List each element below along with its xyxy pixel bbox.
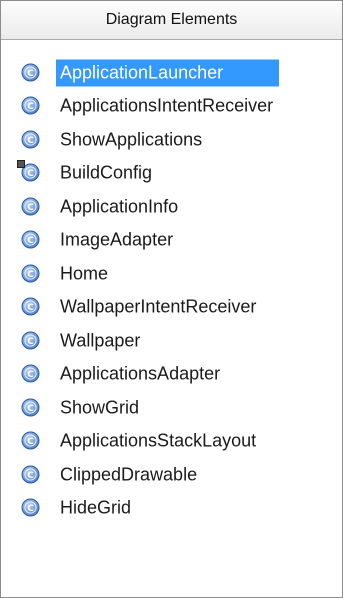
class-icon: C	[17, 160, 40, 182]
svg-text:C: C	[27, 337, 34, 347]
list-item[interactable]: C Home	[1, 257, 342, 291]
list-item[interactable]: C ApplicationsStackLayout	[1, 425, 342, 459]
list-item-label: ImageAdapter	[60, 229, 174, 250]
svg-text:C: C	[27, 471, 34, 481]
list-item-label: ShowGrid	[60, 397, 140, 418]
list-item[interactable]: C BuildConfig	[1, 157, 342, 191]
class-icon: C	[21, 130, 40, 149]
svg-text:C: C	[27, 236, 34, 246]
list-item[interactable]: C ShowGrid	[1, 391, 342, 425]
list-item[interactable]: C ApplicationInfo	[1, 190, 342, 224]
svg-text:C: C	[27, 169, 34, 179]
class-icon: C	[21, 63, 40, 82]
svg-text:C: C	[27, 404, 34, 414]
list-item-label: ApplicationsStackLayout	[60, 430, 257, 451]
svg-text:C: C	[27, 102, 34, 112]
svg-text:C: C	[27, 270, 34, 280]
class-icon: C	[21, 264, 40, 283]
list-item-label: ApplicationsAdapter	[60, 363, 221, 384]
list-item-label: ClippedDrawable	[60, 464, 198, 485]
list-item-label: WallpaperIntentReceiver	[60, 296, 257, 317]
list-item[interactable]: C ShowApplications	[1, 123, 342, 157]
class-icon: C	[21, 96, 40, 115]
element-list: C ApplicationLauncher C ApplicationsIntentR…	[1, 40, 342, 525]
class-icon: C	[21, 465, 40, 484]
list-item-label: ApplicationInfo	[60, 196, 179, 217]
svg-text:C: C	[27, 370, 34, 380]
list-item-label: BuildConfig	[60, 162, 153, 183]
list-item[interactable]: C ApplicationLauncher	[1, 56, 342, 90]
list-item[interactable]: C WallpaperIntentReceiver	[1, 291, 342, 325]
panel-header: Diagram Elements	[1, 1, 342, 40]
list-item[interactable]: C ClippedDrawable	[1, 458, 342, 492]
svg-text:C: C	[27, 504, 34, 514]
svg-text:C: C	[27, 437, 34, 447]
list-item[interactable]: C ApplicationsIntentReceiver	[1, 90, 342, 124]
class-icon: C	[21, 398, 40, 417]
class-icon: C	[21, 230, 40, 249]
list-item[interactable]: C ImageAdapter	[1, 224, 342, 258]
class-icon: C	[21, 498, 40, 517]
class-icon: C	[21, 197, 40, 216]
list-item[interactable]: C ApplicationsAdapter	[1, 358, 342, 392]
list-item-label: Wallpaper	[60, 330, 141, 351]
svg-text:C: C	[27, 136, 34, 146]
list-item-label: ApplicationsIntentReceiver	[60, 95, 274, 116]
list-item[interactable]: C HideGrid	[1, 492, 342, 526]
class-icon: C	[21, 297, 40, 316]
class-icon: C	[21, 364, 40, 383]
svg-text:C: C	[27, 303, 34, 313]
list-item-label: ApplicationLauncher	[56, 59, 280, 87]
list-item-label: HideGrid	[60, 497, 132, 518]
list-item-label: Home	[60, 263, 109, 284]
class-icon: C	[21, 431, 40, 450]
diagram-elements-panel: Diagram Elements C ApplicationLauncher C Ap…	[0, 0, 343, 598]
list-item-label: ShowApplications	[60, 129, 203, 150]
svg-text:C: C	[27, 203, 34, 213]
panel-title: Diagram Elements	[105, 11, 238, 28]
class-icon: C	[21, 331, 40, 350]
marker-icon	[17, 160, 25, 169]
list-item[interactable]: C Wallpaper	[1, 324, 342, 358]
svg-text:C: C	[27, 69, 34, 79]
